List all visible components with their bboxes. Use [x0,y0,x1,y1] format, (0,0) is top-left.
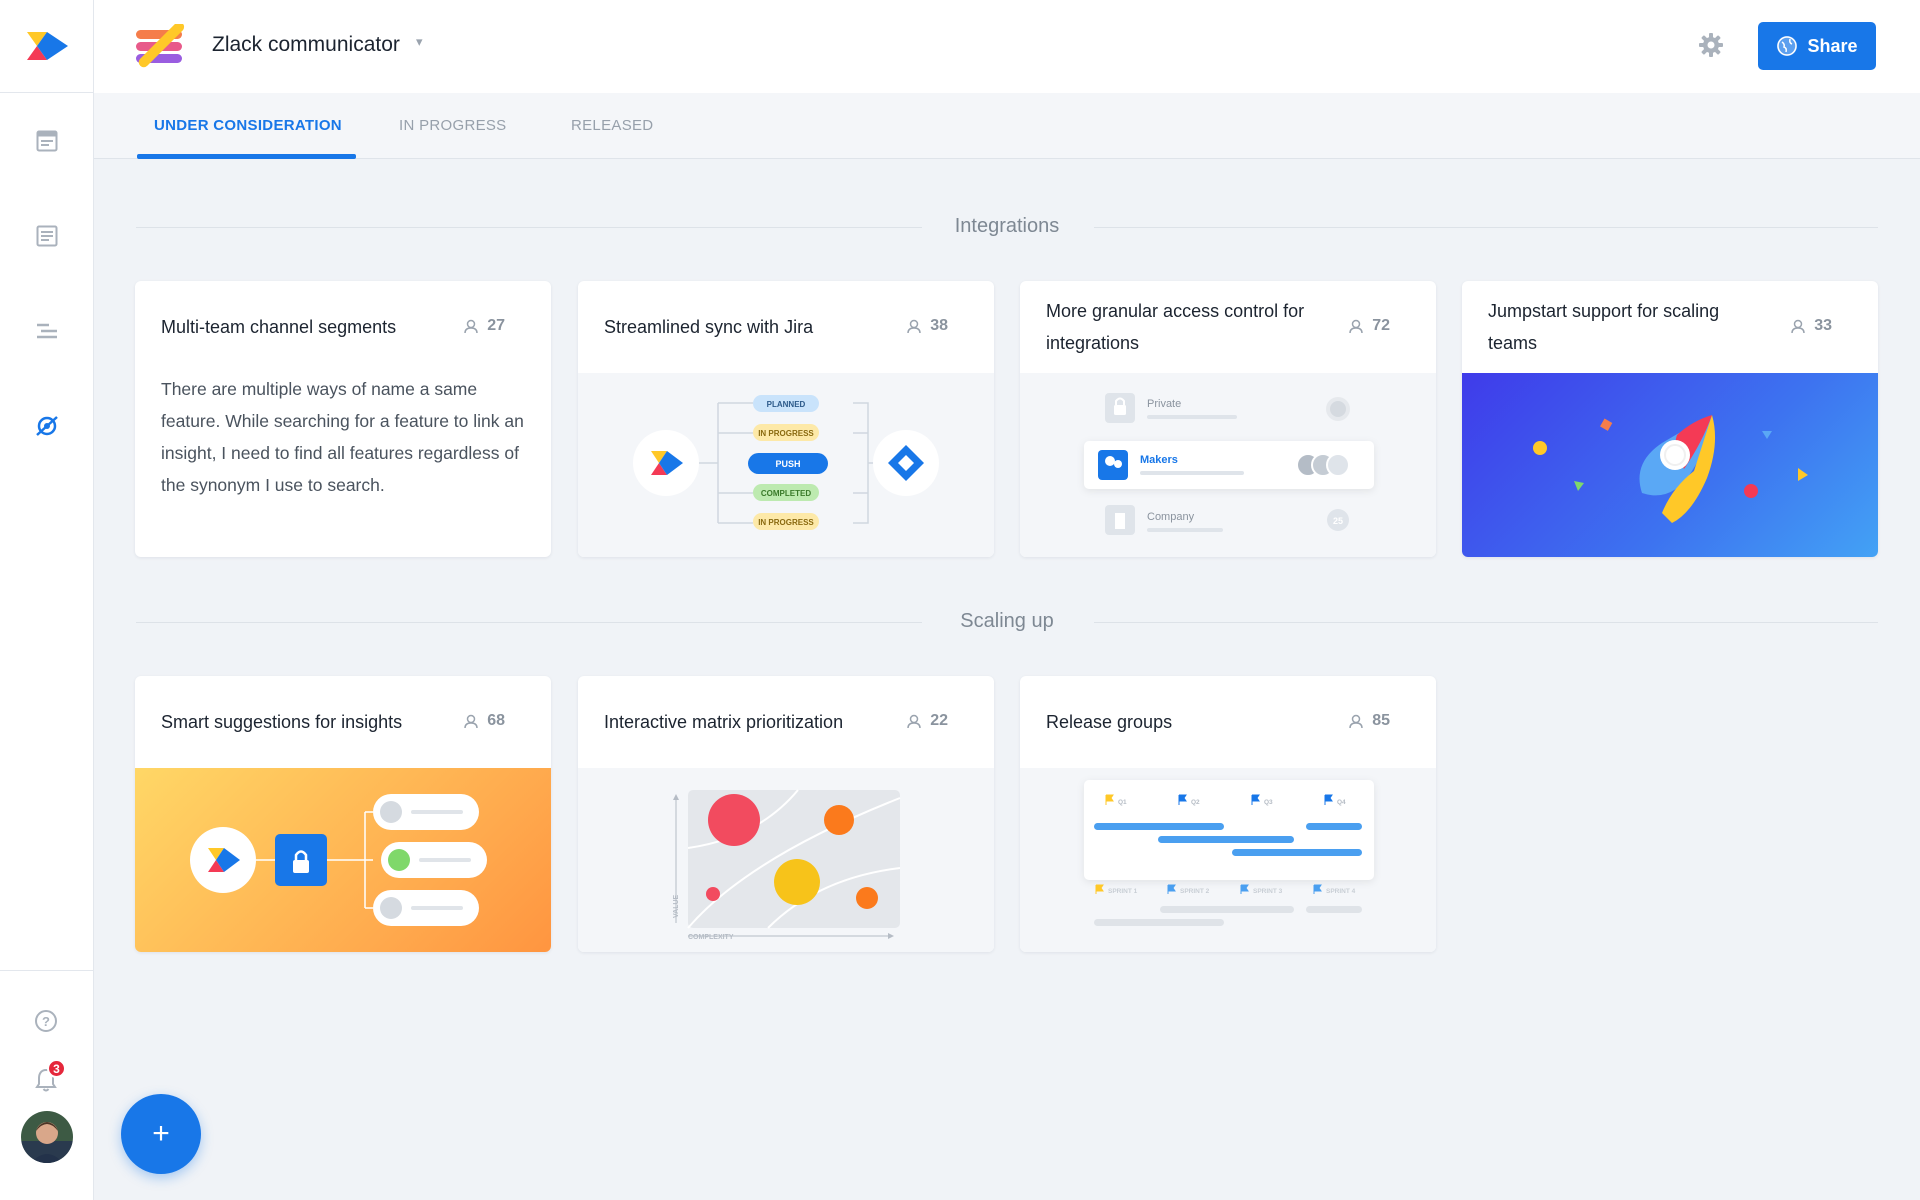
chevron-down-icon[interactable]: ▾ [416,34,423,50]
top-bar: Zlack communicator ▾ Share [94,0,1920,93]
release-groups-illustration: Q1 Q2 Q3 Q4 SPRINT 1 SPRINT 2 SPRINT 3 S… [1020,768,1436,952]
access-control-illustration: Private Makers Company 25 [1020,373,1436,557]
feature-card[interactable]: Streamlined sync with Jira 38 PLANNED IN… [578,281,994,557]
vote-count: 68 [464,712,505,730]
tab-under-consideration[interactable]: UNDER CONSIDERATION [154,117,342,134]
section-heading: Integrations [136,207,1878,247]
share-button[interactable]: Share [1758,22,1876,70]
axis-label: COMPLEXITY [688,934,734,941]
feature-card[interactable]: Smart suggestions for insights 68 [135,676,551,952]
access-row-label: Private [1147,398,1181,410]
vote-number: 22 [930,712,948,729]
section-heading: Scaling up [136,602,1878,642]
rocket-illustration [1462,373,1878,557]
sidebar-item-roadmap[interactable] [0,283,93,378]
user-avatar[interactable] [21,1111,73,1163]
status-chip: PUSH [775,459,800,469]
help-icon[interactable]: ? [34,1009,58,1038]
user-icon [1349,714,1363,728]
card-title: Multi-team channel segments [161,317,397,337]
card-title: Release groups [1046,712,1173,732]
card-title: Interactive matrix prioritization [604,712,844,732]
add-feature-button[interactable]: + [121,1094,201,1174]
roadmap-icon [36,323,57,338]
user-icon [907,319,921,333]
user-icon [907,714,921,728]
svg-text:?: ? [42,1014,50,1029]
user-icon [464,319,478,333]
quarter-label: Q3 [1264,799,1273,806]
notifications-button[interactable]: 3 [34,1059,66,1098]
card-title: Streamlined sync with Jira [604,317,814,337]
user-icon [464,714,478,728]
sidebar-item-portal[interactable] [0,378,93,473]
globe-icon [1777,36,1798,56]
notification-badge: 3 [47,1059,66,1078]
active-tab-indicator [137,154,356,159]
company-count: 25 [1333,516,1343,526]
card-title: Smart suggestions for insights [161,712,403,732]
card-title: More granular access control for integra… [1046,301,1305,353]
status-chip: PLANNED [767,400,806,409]
sprint-label: SPRINT 4 [1326,888,1356,895]
sidebar: ? 3 [0,0,94,1200]
plus-icon: + [152,1117,170,1150]
user-icon [1791,319,1805,333]
sprint-label: SPRINT 1 [1108,888,1138,895]
vote-number: 33 [1814,317,1832,334]
status-chip: IN PROGRESS [758,518,814,527]
tab-in-progress[interactable]: IN PROGRESS [399,117,507,134]
feature-card[interactable]: Multi-team channel segments 27 There are… [135,281,551,557]
productboard-logo[interactable] [0,0,93,93]
jira-sync-illustration: PLANNED IN PROGRESS PUSH COMPLETED IN PR… [578,373,994,557]
access-row-label: Company [1147,511,1195,523]
vote-count: 85 [1349,712,1390,730]
user-icon [1349,319,1363,333]
sidebar-item-insights[interactable] [0,93,93,188]
feature-card[interactable]: Interactive matrix prioritization 22 VAL… [578,676,994,952]
vote-number: 38 [930,317,948,334]
vote-count: 33 [1791,317,1832,335]
access-row-label: Makers [1140,454,1178,466]
notes-icon [36,225,57,246]
quarter-label: Q4 [1337,799,1346,806]
quarter-label: Q2 [1191,799,1200,806]
app-title[interactable]: Zlack communicator [212,33,400,57]
tab-released[interactable]: RELEASED [571,117,653,134]
status-chip: IN PROGRESS [758,429,814,438]
status-chip: COMPLETED [761,489,811,498]
matrix-illustration: VALUE COMPLEXITY [578,768,994,952]
app-logo [134,21,186,73]
suggestions-illustration [135,768,551,952]
vote-number: 85 [1372,712,1390,729]
portal-icon [35,415,58,436]
vote-count: 27 [464,317,505,335]
document-icon [36,130,57,151]
gear-icon[interactable] [1698,32,1724,63]
status-tabs: UNDER CONSIDERATION IN PROGRESS RELEASED [94,93,1920,159]
feature-card[interactable]: More granular access control for integra… [1020,281,1436,557]
feature-card[interactable]: Jumpstart support for scaling teams 33 [1462,281,1878,557]
share-label: Share [1807,35,1858,56]
axis-label: VALUE [673,894,680,918]
sidebar-item-features[interactable] [0,188,93,283]
vote-count: 72 [1349,317,1390,335]
sprint-label: SPRINT 3 [1253,888,1283,895]
card-title: Jumpstart support for scaling teams [1488,301,1720,353]
vote-count: 38 [907,317,948,335]
card-description: There are multiple ways of name a same f… [161,379,524,495]
sprint-label: SPRINT 2 [1180,888,1210,895]
vote-number: 27 [487,317,505,334]
vote-number: 68 [487,712,505,729]
quarter-label: Q1 [1118,799,1127,806]
feature-card[interactable]: Release groups 85 Q1 Q2 Q3 Q4 SPRINT 1 S… [1020,676,1436,952]
vote-number: 72 [1372,317,1390,334]
vote-count: 22 [907,712,948,730]
